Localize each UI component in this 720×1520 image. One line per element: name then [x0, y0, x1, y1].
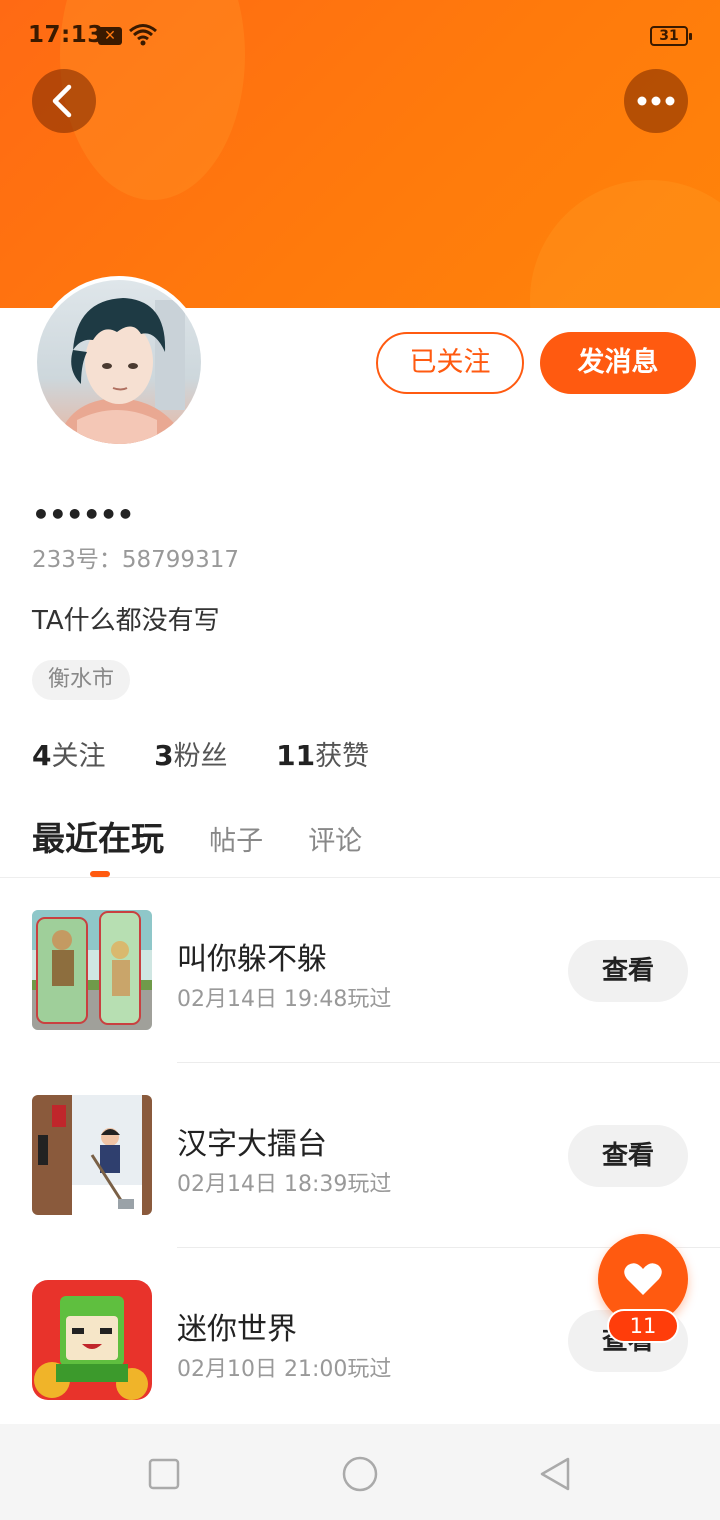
- stat-likes[interactable]: 11获赞: [276, 734, 369, 773]
- notification-icon: ✕: [98, 27, 122, 45]
- view-button[interactable]: 查看: [568, 940, 688, 1002]
- more-dots-icon: [637, 96, 675, 106]
- stat-value: 11: [276, 739, 316, 772]
- game-thumbnail: [32, 1280, 152, 1400]
- user-bio: TA什么都没有写: [32, 606, 220, 636]
- like-count-badge: 11: [607, 1309, 679, 1343]
- status-bar: 17:13 ✕ 31: [0, 16, 720, 60]
- stat-label: 关注: [51, 741, 106, 772]
- status-time: 17:13: [28, 22, 104, 48]
- game-title: 汉字大擂台: [177, 1127, 327, 1162]
- chevron-left-icon: [52, 84, 72, 118]
- profile-stats: 4关注 3粉丝 11获赞: [32, 734, 409, 774]
- battery-icon: 31: [650, 26, 692, 46]
- triangle-back-icon[interactable]: [536, 1454, 576, 1494]
- list-item[interactable]: 汉字大擂台 02月14日 18:39玩过 查看: [0, 1063, 720, 1248]
- tab-comments[interactable]: 评论: [308, 819, 362, 858]
- location-tag: 衡水市: [32, 660, 131, 700]
- profile-tabs: 最近在玩 帖子 评论: [32, 812, 402, 862]
- stat-label: 粉丝: [173, 741, 228, 772]
- stat-value: 4: [32, 739, 52, 772]
- wifi-icon: [129, 24, 157, 46]
- user-nickname: ••••••: [32, 498, 134, 531]
- square-icon[interactable]: [144, 1454, 184, 1494]
- more-options-button[interactable]: [624, 69, 688, 133]
- back-button[interactable]: [32, 69, 96, 133]
- followed-button[interactable]: 已关注: [376, 332, 524, 394]
- stat-fans[interactable]: 3粉丝: [154, 734, 227, 773]
- list-item[interactable]: 叫你躲不躲 02月14日 19:48玩过 查看: [0, 878, 720, 1063]
- circle-icon[interactable]: [340, 1454, 380, 1494]
- game-title: 叫你躲不躲: [177, 942, 327, 977]
- played-time: 02月14日 18:39玩过: [177, 1172, 392, 1197]
- view-button[interactable]: 查看: [568, 1125, 688, 1187]
- game-title: 迷你世界: [177, 1312, 297, 1347]
- system-nav-bar: [0, 1424, 720, 1520]
- tab-posts[interactable]: 帖子: [209, 819, 263, 858]
- banner-decoration: [530, 180, 720, 308]
- played-time: 02月10日 21:00玩过: [177, 1357, 392, 1382]
- stat-following[interactable]: 4关注: [32, 734, 105, 773]
- game-thumbnail: [32, 910, 152, 1030]
- tab-recently-played[interactable]: 最近在玩: [32, 812, 164, 860]
- user-id: 233号：58799317: [32, 547, 239, 573]
- avatar-image: [37, 280, 201, 444]
- stat-value: 3: [154, 739, 174, 772]
- played-time: 02月14日 19:48玩过: [177, 987, 392, 1012]
- avatar[interactable]: [33, 276, 205, 448]
- heart-icon: [624, 1263, 662, 1295]
- send-message-button[interactable]: 发消息: [540, 332, 696, 394]
- stat-label: 获赞: [315, 741, 370, 772]
- game-thumbnail: [32, 1095, 152, 1215]
